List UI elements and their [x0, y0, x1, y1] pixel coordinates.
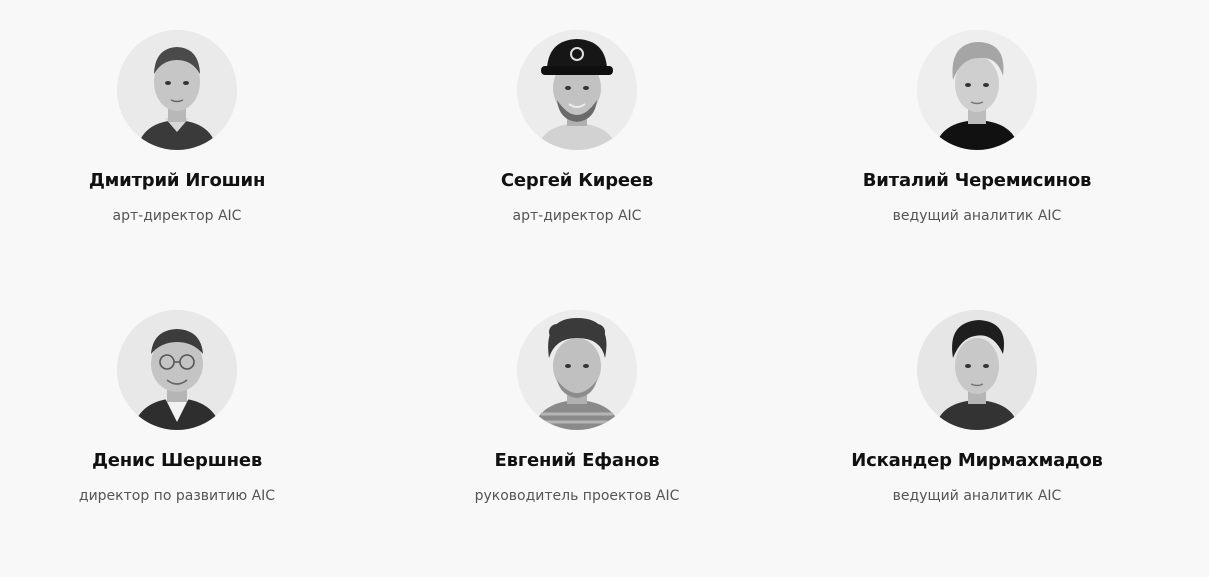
- member-role: ведущий аналитик AIC: [892, 488, 1062, 504]
- member-name: Виталий Черемисинов: [862, 170, 1092, 191]
- member-role: директор по развитию AIC: [78, 488, 276, 504]
- member-role: руководитель проектов AIC: [474, 488, 680, 504]
- avatar: [117, 310, 237, 430]
- team-member-card: Дмитрий Игошин арт-директор AIC: [27, 30, 327, 270]
- team-member-card: Денис Шершнев директор по развитию AIC: [27, 310, 327, 550]
- member-name: Евгений Ефанов: [494, 450, 660, 471]
- member-name: Дмитрий Игошин: [88, 170, 266, 191]
- member-role: арт-директор AIC: [112, 208, 242, 224]
- avatar: [117, 30, 237, 150]
- team-member-card: Сергей Киреев арт-директор AIC: [427, 30, 727, 270]
- avatar: [517, 310, 637, 430]
- member-role: арт-директор AIC: [512, 208, 642, 224]
- member-name: Денис Шершнев: [91, 450, 263, 471]
- member-name: Сергей Киреев: [500, 170, 654, 191]
- member-role: ведущий аналитик AIC: [892, 208, 1062, 224]
- team-member-card: Виталий Черемисинов ведущий аналитик AIC: [827, 30, 1127, 270]
- member-name: Искандер Мирмахмадов: [851, 450, 1103, 471]
- team-member-card: Искандер Мирмахмадов ведущий аналитик AI…: [827, 310, 1127, 550]
- avatar: [917, 310, 1037, 430]
- team-member-card: Евгений Ефанов руководитель проектов AIC: [427, 310, 727, 550]
- avatar: [917, 30, 1037, 150]
- avatar: [517, 30, 637, 150]
